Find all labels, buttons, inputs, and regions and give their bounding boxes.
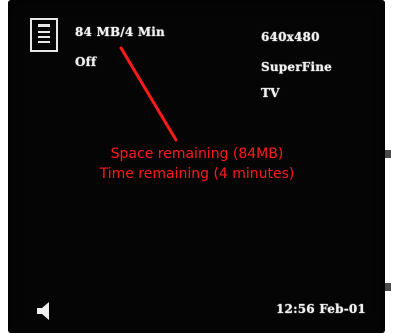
camera-lcd-screen: 84 MB/4 Min Off 640x480 SuperFine TV Spa…	[8, 0, 385, 333]
date-time-text: 12:56 Feb-01	[276, 302, 366, 316]
speaker-icon	[37, 302, 49, 320]
time-remaining-note: Time remaining (4 minutes)	[99, 166, 295, 182]
screen-edge-mark-top	[385, 150, 391, 158]
space-remaining-note: Space remaining (84MB)	[110, 146, 284, 162]
screen-edge-mark-bottom	[385, 283, 391, 291]
